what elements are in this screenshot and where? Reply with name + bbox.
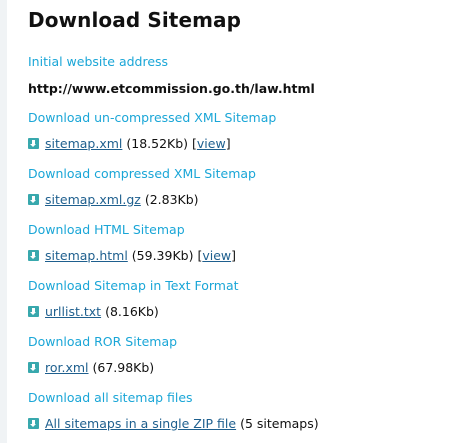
download-icon <box>28 249 39 261</box>
page-title: Download Sitemap <box>28 8 242 32</box>
compressed-xml-row: sitemap.xml.gz (2.83Kb) <box>28 191 199 207</box>
sitemap-xml-size: (18.52Kb) <box>126 135 189 151</box>
view-close-bracket: ] <box>225 135 231 151</box>
sitemap-download-page: Download Sitemap Initial website address… <box>0 0 451 443</box>
zip-all-sitemaps-count: (5 sitemaps) <box>240 415 319 431</box>
sitemap-xml-view-link[interactable]: view <box>197 136 226 151</box>
view-close-bracket: ] <box>231 247 237 263</box>
sitemap-html-link[interactable]: sitemap.html <box>45 248 128 263</box>
sitemap-html-size: (59.39Kb) <box>131 247 194 263</box>
download-icon <box>28 193 39 205</box>
ror-xml-link[interactable]: ror.xml <box>45 360 89 375</box>
html-sitemap-heading: Download HTML Sitemap <box>28 222 185 237</box>
download-icon <box>28 417 39 429</box>
initial-address-label: Initial website address <box>28 54 169 69</box>
sitemap-xml-link[interactable]: sitemap.xml <box>45 136 122 151</box>
text-format-row: urllist.txt (8.16Kb) <box>28 303 159 319</box>
zip-all-sitemaps-link[interactable]: All sitemaps in a single ZIP file <box>45 416 236 431</box>
urllist-link[interactable]: urllist.txt <box>45 304 101 319</box>
compressed-xml-heading: Download compressed XML Sitemap <box>28 166 256 181</box>
urllist-size: (8.16Kb) <box>105 303 159 319</box>
all-sitemaps-heading: Download all sitemap files <box>28 390 193 405</box>
ror-sitemap-row: ror.xml (67.98Kb) <box>28 359 154 375</box>
uncompressed-xml-row: sitemap.xml (18.52Kb) [ view ] <box>28 135 231 151</box>
left-border <box>0 0 7 443</box>
sitemap-xml-gz-link[interactable]: sitemap.xml.gz <box>45 192 141 207</box>
download-icon <box>28 361 39 373</box>
sitemap-html-view-link[interactable]: view <box>202 248 231 263</box>
download-icon <box>28 137 39 149</box>
text-format-heading: Download Sitemap in Text Format <box>28 278 239 293</box>
ror-xml-size: (67.98Kb) <box>92 359 155 375</box>
initial-website-url: http://www.etcommission.go.th/law.html <box>28 81 315 96</box>
download-icon <box>28 305 39 317</box>
all-sitemaps-row: All sitemaps in a single ZIP file (5 sit… <box>28 415 319 431</box>
sitemap-xml-gz-size: (2.83Kb) <box>144 191 199 207</box>
html-sitemap-row: sitemap.html (59.39Kb) [ view ] <box>28 247 236 263</box>
ror-sitemap-heading: Download ROR Sitemap <box>28 334 178 349</box>
uncompressed-xml-heading: Download un-compressed XML Sitemap <box>28 110 277 125</box>
